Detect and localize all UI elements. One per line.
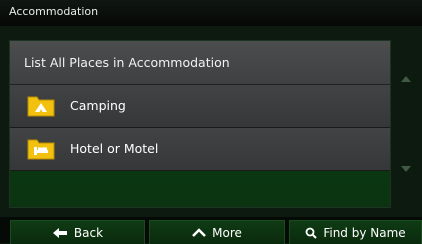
list-all-places-label: List All Places in Accommodation bbox=[24, 55, 230, 70]
more-button[interactable]: More bbox=[149, 220, 285, 244]
title-bar: Accommodation bbox=[0, 0, 422, 26]
camping-folder-icon bbox=[27, 96, 55, 117]
hotel-folder-icon bbox=[27, 139, 55, 160]
list-item-hotel-or-motel[interactable]: Hotel or Motel bbox=[10, 128, 390, 171]
scrollbar[interactable] bbox=[393, 36, 419, 206]
scroll-down-icon[interactable] bbox=[399, 164, 413, 174]
chevron-up-icon bbox=[192, 227, 207, 237]
hotel-or-motel-label: Hotel or Motel bbox=[70, 141, 159, 156]
category-list: List All Places in Accommodation Camping… bbox=[9, 40, 391, 208]
find-by-name-label: Find by Name bbox=[323, 225, 406, 240]
back-button[interactable]: Back bbox=[10, 220, 145, 244]
camping-label: Camping bbox=[70, 98, 126, 113]
search-icon bbox=[305, 227, 318, 239]
scroll-up-icon[interactable] bbox=[399, 74, 413, 84]
find-by-name-button[interactable]: Find by Name bbox=[289, 220, 422, 244]
list-all-places-item[interactable]: List All Places in Accommodation bbox=[10, 41, 390, 85]
page-title: Accommodation bbox=[9, 5, 99, 18]
back-label: Back bbox=[73, 225, 104, 240]
list-item-camping[interactable]: Camping bbox=[10, 85, 390, 128]
back-arrow-icon bbox=[52, 227, 67, 238]
more-label: More bbox=[212, 225, 242, 240]
